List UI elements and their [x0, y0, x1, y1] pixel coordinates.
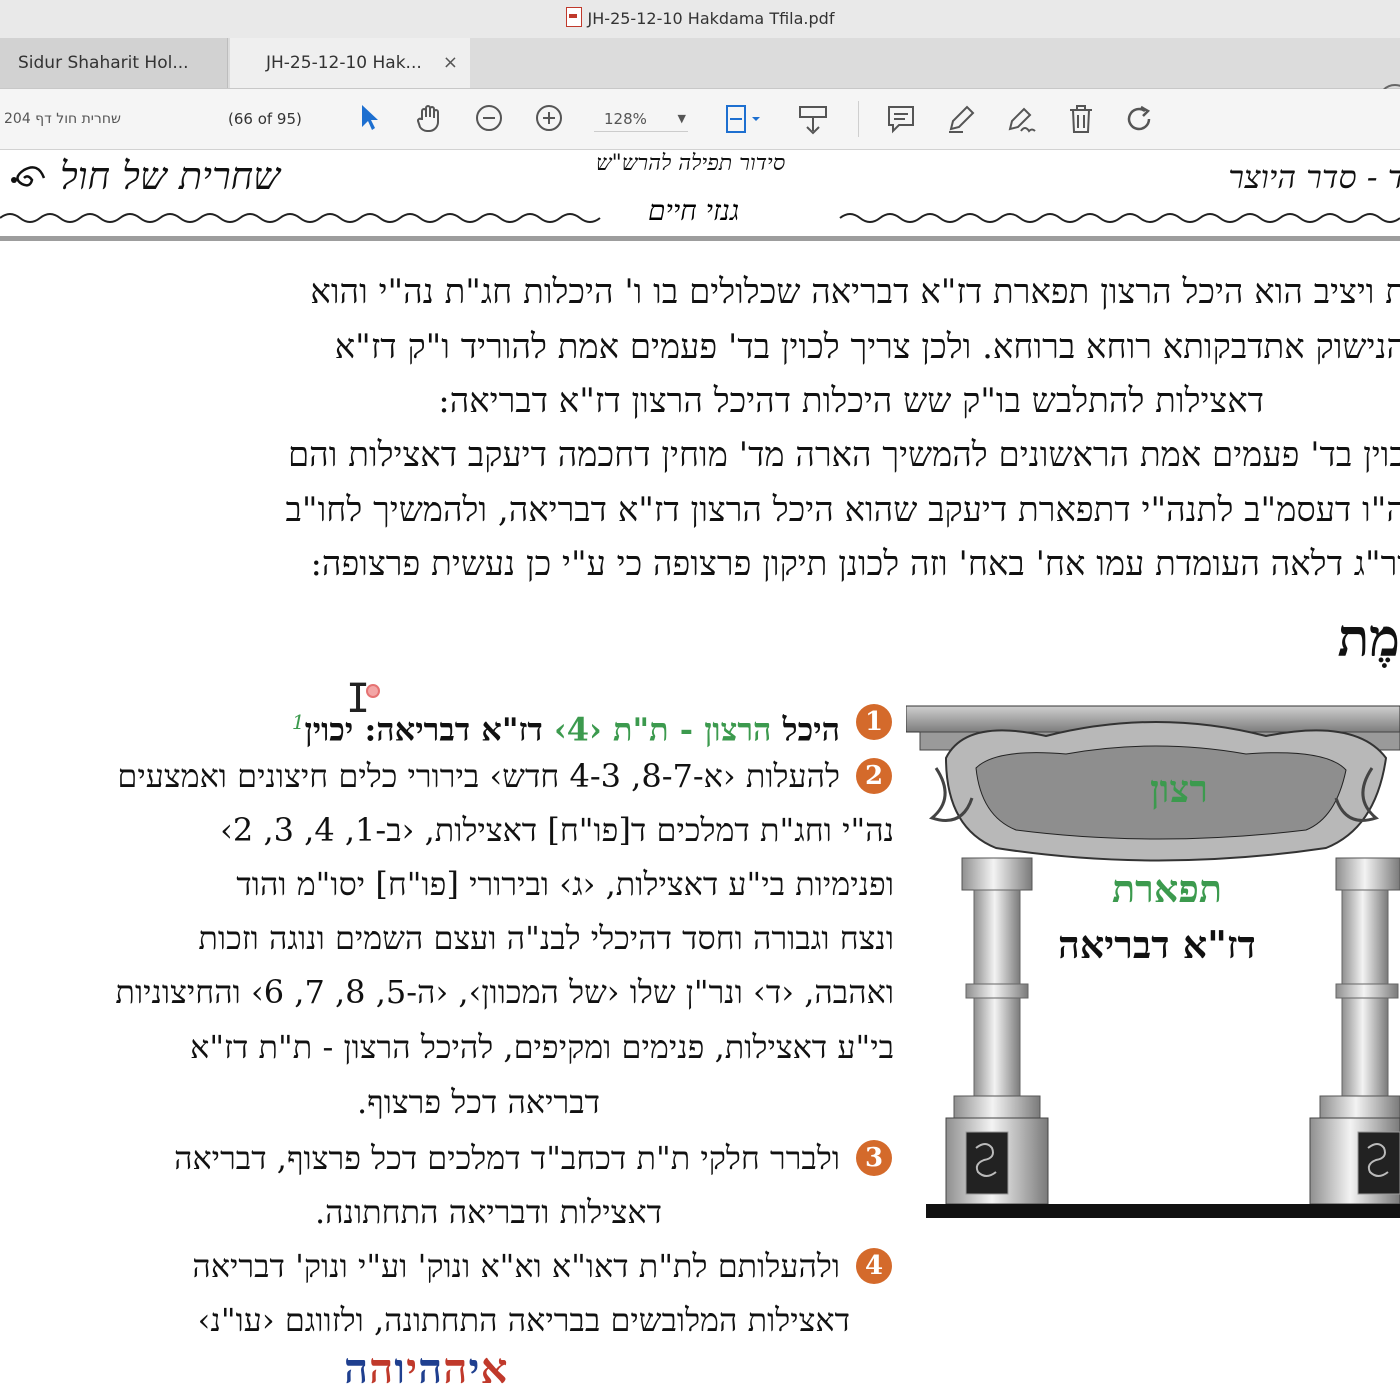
ornament-border — [0, 213, 1400, 223]
scroll-mode-icon[interactable] — [796, 103, 830, 137]
name-letter: ה — [443, 1344, 469, 1393]
header-rule — [0, 236, 1400, 241]
text-cursor-icon: I — [346, 676, 371, 722]
tab-sidur-shaharit[interactable]: Sidur Shaharit Hol... — [0, 38, 228, 88]
paragraph-line: דאצילות להתלבש בו"ק שש היכלות דהיכל הרצו… — [438, 381, 1264, 421]
list-item-line: ופנימיות בי"ע דאצילות, ‹ג› ובירורי [פו"ח… — [236, 865, 894, 903]
paragraph-line: ה"ו דעסמ"ב לתנה"י דתפארת דיעקב שהוא היכל… — [285, 490, 1400, 530]
list-item-line: דאצילות ודבריאה התחתונה. — [314, 1193, 662, 1231]
hand-icon[interactable] — [412, 103, 446, 137]
name-letter: א — [480, 1344, 509, 1393]
list-item-line: ולהעלותם לת"ת דאו"א וא"א ונוק' וע"י ונוק… — [192, 1247, 840, 1285]
name-letter: ה — [344, 1344, 370, 1393]
list-number-badge: 2 — [856, 758, 892, 794]
list-item-line: דאצילות המלובשים בבריאה התחתונה, ולזווגם… — [197, 1301, 850, 1339]
section-heading: מֶת — [1337, 608, 1400, 669]
page-count: (66 of 95) — [228, 110, 302, 128]
zoom-value: 128% — [604, 110, 647, 128]
rotate-icon[interactable] — [1122, 103, 1156, 137]
header-arc-text: סידור תפילה להרש"ש — [596, 151, 786, 176]
list-item-line: היכל הרצון - ת"ת ‹4› דז"א דבריאה: יכוין1 — [292, 700, 840, 752]
list-item-line: להעלות ‹א-8-7, 4-3 חדש› בירורי כלים חיצו… — [117, 757, 840, 795]
name-letter: ו — [394, 1344, 407, 1393]
sign-icon[interactable] — [1004, 103, 1038, 137]
gate-label-zeir-anpin: דז"א דבריאה — [1058, 922, 1256, 967]
window-title: JH-25-12-10 Hakdama Tfila.pdf — [587, 9, 835, 28]
list-item-line: נה"י וחג"ת דמלכים ד[פו"ח] דאצילות, ‹ב-1,… — [220, 811, 894, 849]
list-number-badge: 3 — [856, 1140, 892, 1176]
header-left-title: שחרית של חול — [60, 154, 281, 198]
page-number-input[interactable]: שחרית חול דף 204 — [4, 107, 224, 131]
divine-name: איההיוהה — [344, 1344, 508, 1394]
page-running-header: שחרית של חול סידור תפילה להרש"ש גנזי חיי… — [0, 150, 1400, 242]
list-item-line: ולברר חלקי ת"ת דכחב"ד דמלכים דכל פרצוף, … — [174, 1139, 840, 1177]
select-arrow-icon[interactable] — [352, 103, 386, 137]
footnote-mark: 1 — [291, 710, 305, 734]
comment-icon[interactable] — [884, 103, 918, 137]
toolbar: שחרית חול דף 204 (66 of 95) 128% ▼ — [0, 89, 1400, 150]
list-item-line: בי"ע דאצילות, פנימים ומקיפים, להיכל הרצו… — [190, 1028, 894, 1066]
tab-bar: Sidur Shaharit Hol... JH-25-12-10 Hak...… — [0, 38, 1400, 118]
header-right-title: רד - סדר היוצר — [1228, 158, 1400, 196]
close-tab-icon[interactable]: × — [443, 38, 458, 88]
name-letter: י — [468, 1344, 481, 1393]
cursor-click-indicator — [366, 684, 380, 698]
pen-icon[interactable] — [944, 103, 978, 137]
text-run-green: הרצון - ת"ת ‹4› — [553, 710, 772, 749]
flourish-icon — [11, 166, 46, 187]
text-run: דז"א דבריאה: יכוין — [304, 710, 554, 749]
tab-label: JH-25-12-10 Hak... — [266, 53, 422, 73]
list-item-line: דבריאה דכל פרצוף. — [356, 1083, 600, 1121]
trash-icon[interactable] — [1064, 103, 1098, 137]
gate-label-tiferet: תפארת — [1112, 866, 1223, 911]
pdf-file-icon — [565, 7, 582, 27]
list-item-line: ונצח וגבורה וחסד דהיכלי לבנ"ה ועצם השמים… — [198, 919, 894, 957]
zoom-out-icon[interactable] — [472, 103, 506, 137]
list-number-badge: 4 — [856, 1248, 892, 1284]
text-run: היכל — [771, 710, 840, 749]
toolbar-divider — [858, 101, 859, 137]
tab-label: Sidur Shaharit Hol... — [18, 53, 189, 73]
fit-page-icon[interactable] — [722, 103, 760, 137]
zoom-select[interactable]: 128% ▼ — [594, 106, 688, 132]
paragraph-line: ור"ג דלאה העומדת עמו אח' באח' וזה לכונן … — [310, 544, 1400, 584]
paragraph-line: הנישוק אתדבקותא רוחא ברוחא. ולכן צריך לכ… — [334, 327, 1400, 367]
tab-hakdama-tfila[interactable]: JH-25-12-10 Hak... × — [230, 38, 470, 88]
name-letter: י — [406, 1344, 419, 1393]
gate-label-ratzon: רצון — [1150, 766, 1208, 811]
paragraph-line: כוין בד' פעמים אמת הראשונים להמשיך הארה … — [287, 435, 1400, 475]
window-title-bar: JH-25-12-10 Hakdama Tfila.pdf — [0, 0, 1400, 38]
paragraph-line: ת ויציב הוא היכל הרצון תפארת דז"א דבריאה… — [310, 272, 1400, 312]
name-letter: ה — [418, 1344, 444, 1393]
list-number-badge: 1 — [856, 704, 892, 740]
chevron-down-icon: ▼ — [677, 112, 686, 125]
zoom-in-icon[interactable] — [532, 103, 566, 137]
list-item-line: ואהבה, ‹ד› ונר"ן שלו ‹של המכוון›, ‹ה-5, … — [115, 973, 894, 1011]
name-letter: ה — [369, 1344, 395, 1393]
